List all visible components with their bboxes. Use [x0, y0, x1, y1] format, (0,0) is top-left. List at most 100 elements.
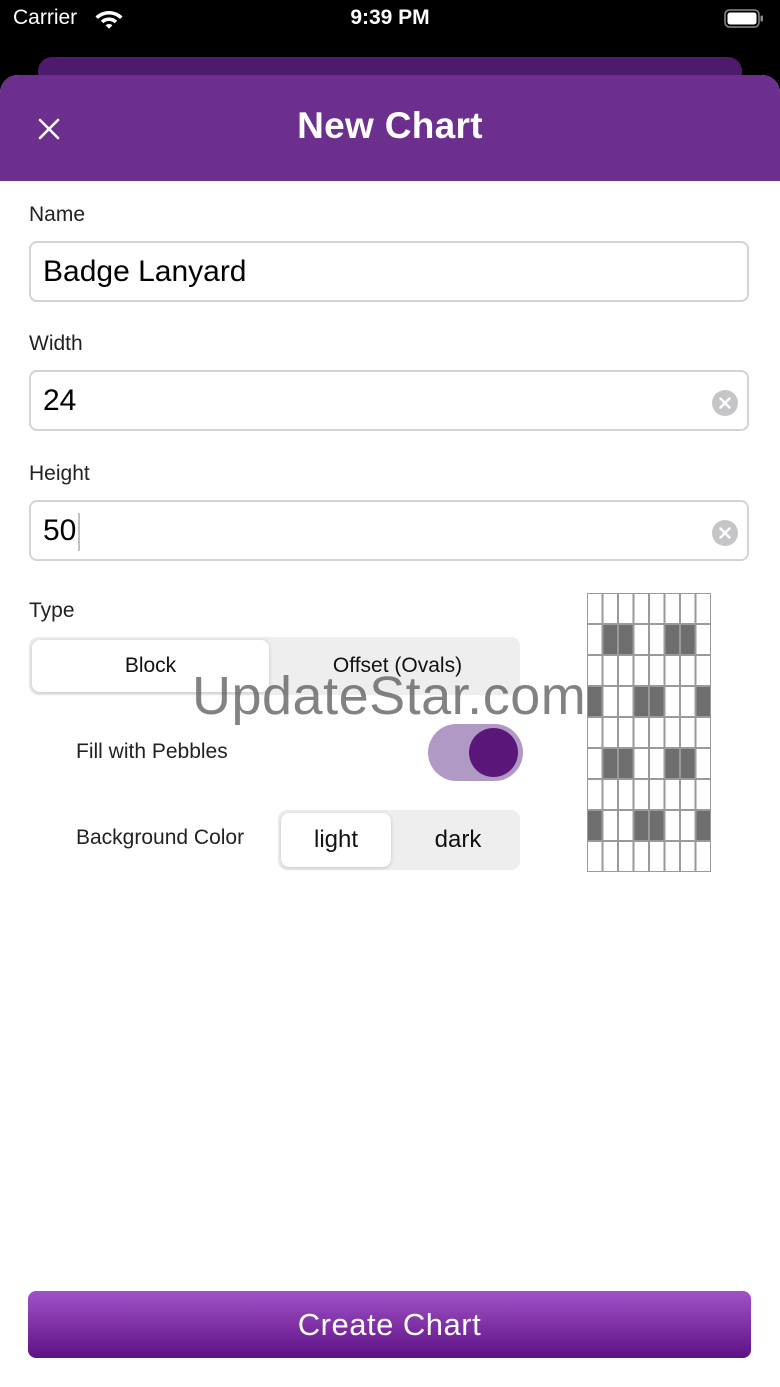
- fill-pebbles-label: Fill with Pebbles: [76, 740, 228, 763]
- pattern-cell-empty: [587, 748, 603, 779]
- pattern-cell-empty: [633, 841, 649, 872]
- clear-width-icon[interactable]: [712, 390, 738, 416]
- pattern-cell-empty: [618, 686, 634, 717]
- clear-height-icon[interactable]: [712, 520, 738, 546]
- pattern-cell-empty: [695, 841, 711, 872]
- background-color-label: Background Color: [76, 826, 245, 849]
- pattern-cell-empty: [649, 593, 665, 624]
- pattern-cell-empty: [664, 717, 680, 748]
- name-value: Badge Lanyard: [43, 255, 247, 288]
- pattern-cell-empty: [680, 810, 696, 841]
- watermark: UpdateStar.com: [192, 666, 587, 726]
- pattern-cell-empty: [680, 841, 696, 872]
- pattern-cell-filled: [695, 810, 711, 841]
- pattern-cell-empty: [695, 593, 711, 624]
- pattern-cell-empty: [587, 655, 603, 686]
- pattern-cell-empty: [633, 624, 649, 655]
- pattern-cell-empty: [587, 624, 603, 655]
- name-field[interactable]: Badge Lanyard: [29, 241, 749, 302]
- pattern-cell-empty: [664, 841, 680, 872]
- pattern-cell-empty: [618, 841, 634, 872]
- pattern-cell-empty: [695, 779, 711, 810]
- pattern-cell-empty: [680, 779, 696, 810]
- pattern-cell-empty: [618, 655, 634, 686]
- new-chart-sheet: New Chart Name Badge Lanyard Width 24 He…: [0, 75, 780, 1387]
- pattern-cell-empty: [587, 717, 603, 748]
- background-option-dark[interactable]: dark: [403, 813, 513, 867]
- pattern-cell-filled: [602, 748, 618, 779]
- pattern-cell-empty: [602, 593, 618, 624]
- pattern-cell-empty: [695, 717, 711, 748]
- pattern-cell-empty: [633, 593, 649, 624]
- pattern-cell-empty: [602, 841, 618, 872]
- width-label: Width: [29, 332, 83, 355]
- pattern-cell-filled: [587, 686, 603, 717]
- height-field[interactable]: 50: [29, 500, 749, 561]
- pattern-cell-empty: [618, 717, 634, 748]
- pattern-cell-empty: [633, 717, 649, 748]
- pattern-cell-empty: [649, 655, 665, 686]
- pattern-cell-empty: [633, 655, 649, 686]
- pattern-cell-empty: [649, 841, 665, 872]
- fill-pebbles-toggle[interactable]: [428, 724, 523, 781]
- height-label: Height: [29, 462, 90, 485]
- pattern-cell-empty: [618, 810, 634, 841]
- pattern-cell-empty: [602, 717, 618, 748]
- pattern-cell-filled: [618, 748, 634, 779]
- pattern-cell-empty: [602, 779, 618, 810]
- pattern-preview: [587, 593, 711, 872]
- pattern-cell-filled: [633, 686, 649, 717]
- background-color-segmented-control: light dark: [278, 810, 520, 870]
- pattern-cell-empty: [680, 717, 696, 748]
- pattern-cell-empty: [664, 779, 680, 810]
- page-title: New Chart: [297, 105, 483, 146]
- height-value: 50: [43, 514, 77, 547]
- pattern-cell-empty: [649, 624, 665, 655]
- pattern-cell-empty: [587, 593, 603, 624]
- pattern-cell-empty: [649, 717, 665, 748]
- pattern-cell-empty: [587, 841, 603, 872]
- pattern-cell-filled: [649, 810, 665, 841]
- type-label: Type: [29, 599, 75, 622]
- width-value: 24: [43, 384, 77, 417]
- status-time: 9:39 PM: [350, 6, 430, 29]
- pattern-cell-empty: [664, 655, 680, 686]
- pattern-cell-empty: [680, 593, 696, 624]
- pattern-cell-filled: [602, 624, 618, 655]
- create-chart-button[interactable]: Create Chart: [28, 1291, 751, 1358]
- pattern-cell-empty: [602, 810, 618, 841]
- pattern-cell-filled: [695, 686, 711, 717]
- pattern-cell-empty: [649, 779, 665, 810]
- pattern-cell-filled: [680, 748, 696, 779]
- pattern-cell-empty: [649, 748, 665, 779]
- pattern-cell-empty: [695, 748, 711, 779]
- nav-bar: New Chart: [0, 75, 780, 181]
- pattern-cell-empty: [695, 655, 711, 686]
- pattern-cell-empty: [664, 686, 680, 717]
- pattern-cell-empty: [618, 593, 634, 624]
- pattern-cell-empty: [633, 779, 649, 810]
- pattern-cell-filled: [680, 624, 696, 655]
- pattern-cell-empty: [587, 779, 603, 810]
- pattern-cell-empty: [618, 779, 634, 810]
- pattern-cell-empty: [633, 748, 649, 779]
- pattern-cell-empty: [664, 593, 680, 624]
- battery-icon: [724, 9, 763, 28]
- pattern-cell-filled: [587, 810, 603, 841]
- pattern-cell-filled: [618, 624, 634, 655]
- background-option-light[interactable]: light: [281, 813, 391, 867]
- text-caret: [78, 513, 80, 551]
- pattern-cell-empty: [664, 810, 680, 841]
- pattern-cell-empty: [695, 624, 711, 655]
- pattern-cell-filled: [664, 748, 680, 779]
- pattern-cell-empty: [680, 655, 696, 686]
- pattern-cell-filled: [633, 810, 649, 841]
- name-label: Name: [29, 203, 86, 226]
- pattern-cell-filled: [649, 686, 665, 717]
- toggle-knob: [469, 728, 518, 777]
- pattern-cell-empty: [602, 655, 618, 686]
- pattern-cell-empty: [602, 686, 618, 717]
- width-field[interactable]: 24: [29, 370, 749, 431]
- pattern-cell-empty: [680, 686, 696, 717]
- status-bar: Carrier 9:39 PM: [0, 0, 780, 56]
